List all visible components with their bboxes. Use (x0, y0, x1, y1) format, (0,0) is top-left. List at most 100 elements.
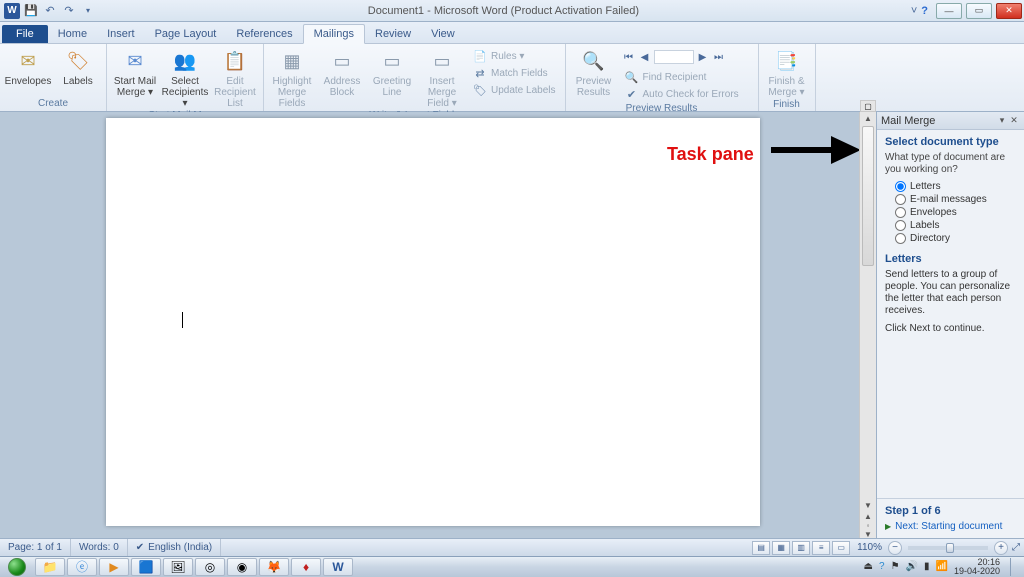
file-tab[interactable]: File (2, 25, 48, 43)
taskbar-ie-icon[interactable]: ⓔ (67, 558, 97, 576)
labels-button[interactable]: 🏷Labels (56, 46, 100, 87)
envelopes-button[interactable]: ✉Envelopes (6, 46, 50, 87)
address-block-button[interactable]: ▭Address Block (320, 46, 364, 98)
next-record-icon[interactable]: ▶ (696, 50, 710, 64)
tray-flag-icon[interactable]: ⚑ (891, 561, 900, 572)
start-mail-merge-button[interactable]: ✉Start Mail Merge ▾ (113, 46, 157, 98)
finish-merge-button[interactable]: 📑Finish & Merge ▾ (765, 46, 809, 98)
show-desktop-button[interactable] (1010, 558, 1018, 576)
preview-results-button[interactable]: 🔍Preview Results (572, 46, 616, 98)
tray-network-icon[interactable]: ▮ (924, 561, 930, 572)
taskbar-explorer-icon[interactable]: 📁 (35, 558, 65, 576)
draft-view-icon[interactable]: ▭ (832, 541, 850, 555)
status-bar: Page: 1 of 1 Words: 0 ✔English (India) ▤… (0, 538, 1024, 556)
wizard-step-label: Step 1 of 6 (885, 505, 1016, 517)
help-icon[interactable]: ? (921, 5, 928, 17)
taskbar-media-icon[interactable]: ▶ (99, 558, 129, 576)
auto-check-errors-button[interactable]: ✔Auto Check for Errors (622, 86, 752, 102)
tab-mailings[interactable]: Mailings (303, 24, 365, 44)
group-create: ✉Envelopes 🏷Labels Create (0, 44, 107, 111)
document-page[interactable] (106, 118, 760, 526)
edit-recipient-list-button[interactable]: 📋Edit Recipient List (213, 46, 257, 109)
insert-merge-field-button[interactable]: ▭Insert Merge Field ▾ (420, 46, 464, 109)
windows-taskbar: 📁 ⓔ ▶ 🟦 🖼 ◎ ◉ 🦊 ♦ W ⏏ ? ⚑ 🔊 ▮ 📶 20:1619-… (0, 556, 1024, 576)
greeting-line-button[interactable]: ▭Greeting Line (370, 46, 414, 98)
zoom-slider[interactable] (908, 546, 988, 550)
ribbon-minimize-icon[interactable]: ˅ (911, 5, 917, 17)
letters-heading: Letters (885, 253, 1016, 265)
prev-record-icon[interactable]: ◀ (638, 50, 652, 64)
radio-directory[interactable] (895, 233, 906, 244)
tray-help-icon[interactable]: ? (879, 561, 885, 572)
taskbar-app1-icon[interactable]: 🟦 (131, 558, 161, 576)
select-doc-type-heading: Select document type (885, 136, 1016, 148)
minimize-button[interactable]: — (936, 3, 962, 19)
tab-view[interactable]: View (421, 25, 465, 43)
radio-labels[interactable] (895, 220, 906, 231)
undo-icon[interactable]: ↶ (42, 3, 58, 19)
task-pane-close-icon[interactable]: ✕ (1008, 115, 1020, 127)
close-button[interactable]: ✕ (996, 3, 1022, 19)
tab-page-layout[interactable]: Page Layout (145, 25, 227, 43)
taskbar-word-icon[interactable]: W (323, 558, 353, 576)
ruler-toggle-icon[interactable]: ▢ (860, 100, 876, 112)
browse-object-icons[interactable]: ▲◦▼ (860, 512, 876, 538)
taskbar-clock[interactable]: 20:1619-04-2020 (954, 558, 1004, 576)
find-recipient-button[interactable]: 🔍Find Recipient (622, 69, 752, 85)
outline-view-icon[interactable]: ≡ (812, 541, 830, 555)
page-status[interactable]: Page: 1 of 1 (0, 539, 71, 556)
taskbar-hp-icon[interactable]: ◎ (195, 558, 225, 576)
web-layout-view-icon[interactable]: ▥ (792, 541, 810, 555)
update-labels-button[interactable]: 🏷Update Labels (470, 82, 559, 98)
tab-home[interactable]: Home (48, 25, 97, 43)
document-area[interactable]: Task pane (0, 112, 859, 538)
tray-signal-icon[interactable]: 📶 (936, 561, 948, 572)
zoom-knob[interactable] (946, 543, 954, 553)
highlight-merge-fields-button[interactable]: ▦Highlight Merge Fields (270, 46, 314, 109)
maximize-button[interactable]: ▭ (966, 3, 992, 19)
scroll-up-icon[interactable]: ▲ (860, 112, 876, 125)
tab-insert[interactable]: Insert (97, 25, 145, 43)
option-email[interactable]: E-mail messages (885, 193, 1016, 206)
zoom-level[interactable]: 110% (851, 542, 888, 553)
group-label-finish: Finish (765, 98, 809, 112)
option-labels[interactable]: Labels (885, 219, 1016, 232)
save-icon[interactable]: 💾 (23, 3, 39, 19)
task-pane-title: Mail Merge (881, 115, 996, 127)
full-screen-view-icon[interactable]: ▦ (772, 541, 790, 555)
first-record-icon[interactable]: ⏮ (622, 50, 636, 64)
radio-letters[interactable] (895, 181, 906, 192)
option-directory[interactable]: Directory (885, 232, 1016, 245)
next-starting-document-link[interactable]: Next: Starting document (885, 521, 1016, 532)
taskbar-firefox-icon[interactable]: 🦊 (259, 558, 289, 576)
taskbar-photos-icon[interactable]: 🖼 (163, 558, 193, 576)
taskbar-pdf-icon[interactable]: ♦ (291, 558, 321, 576)
start-button[interactable] (0, 557, 34, 577)
scroll-thumb[interactable] (862, 126, 874, 266)
tray-action-icon[interactable]: ⏏ (864, 561, 873, 572)
radio-email[interactable] (895, 194, 906, 205)
radio-envelopes[interactable] (895, 207, 906, 218)
tab-review[interactable]: Review (365, 25, 421, 43)
redo-icon[interactable]: ↷ (61, 3, 77, 19)
word-count[interactable]: Words: 0 (71, 539, 128, 556)
last-record-icon[interactable]: ⏭ (712, 50, 726, 64)
rules-button[interactable]: 📄Rules ▾ (470, 48, 559, 64)
vertical-scrollbar[interactable]: ▢ ▲ ▼ ▲◦▼ (859, 112, 876, 538)
option-letters[interactable]: Letters (885, 180, 1016, 193)
zoom-dialog-icon[interactable]: ⤢ (1008, 542, 1024, 553)
scroll-down-icon[interactable]: ▼ (860, 499, 876, 512)
zoom-out-icon[interactable]: − (888, 541, 902, 555)
tab-references[interactable]: References (226, 25, 302, 43)
match-fields-button[interactable]: ⇄Match Fields (470, 65, 559, 81)
qat-more-icon[interactable]: ▾ (80, 3, 96, 19)
zoom-in-icon[interactable]: + (994, 541, 1008, 555)
language-status[interactable]: ✔English (India) (128, 539, 221, 556)
option-envelopes[interactable]: Envelopes (885, 206, 1016, 219)
task-pane-dropdown-icon[interactable]: ▾ (996, 115, 1008, 127)
record-number-input[interactable] (654, 50, 694, 64)
select-recipients-button[interactable]: 👥Select Recipients ▾ (163, 46, 207, 109)
taskbar-chrome-icon[interactable]: ◉ (227, 558, 257, 576)
print-layout-view-icon[interactable]: ▤ (752, 541, 770, 555)
tray-volume-icon[interactable]: 🔊 (906, 561, 918, 572)
